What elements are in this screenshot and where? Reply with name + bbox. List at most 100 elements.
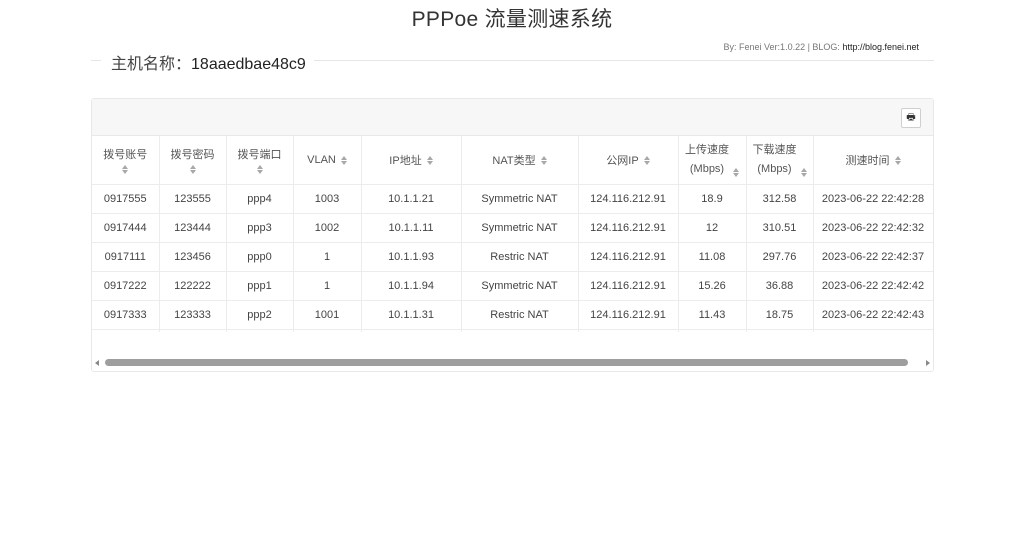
sort-icon[interactable]: [122, 165, 129, 174]
table-cell: 10.1.1.31: [361, 300, 462, 330]
scroll-left-arrow-icon[interactable]: [95, 360, 99, 366]
column-header-label: 拨号账号: [103, 149, 148, 161]
table-cell: 2023-06-22 22:42:28: [813, 184, 933, 214]
table-cell: 1002: [293, 213, 362, 243]
table-scroll-area[interactable]: 拨号账号 拨号密码 拨号端口 VLAN IP地址 NAT类型 公网IP 上传速度 (Mbps) 下…: [92, 136, 933, 332]
host-label: 主机名称：: [111, 56, 192, 73]
scroll-right-arrow-icon[interactable]: [926, 360, 930, 366]
total-cell: [293, 329, 362, 332]
print-button[interactable]: 🖶: [901, 108, 921, 128]
column-header-label: IP地址: [389, 155, 422, 167]
column-header-label: 上传速度: [685, 144, 729, 156]
column-header-unit: (Mbps): [689, 163, 725, 175]
credits-text: By: Fenei Ver:1.0.22 | BLOG:: [723, 42, 843, 52]
column-header-unit: (Mbps): [757, 163, 792, 175]
total-cell: 976.48: [746, 329, 814, 332]
table-cell: 0917444: [92, 213, 160, 243]
table-cell: 124.116.212.91: [578, 271, 679, 301]
table-cell: 123333: [159, 300, 227, 330]
table-cell: 18.9: [678, 184, 747, 214]
column-header[interactable]: 拨号密码: [159, 136, 227, 185]
table-row[interactable]: 0917222 122222 ppp1 1 10.1.1.94 Symmetric NAT…: [92, 271, 933, 301]
table-cell: 312.58: [746, 184, 814, 214]
column-header[interactable]: IP地址: [361, 136, 462, 185]
table-cell: 0917555: [92, 184, 160, 214]
column-header-label: 拨号密码: [170, 149, 215, 161]
table-cell: 12: [678, 213, 747, 243]
table-cell: ppp0: [226, 242, 294, 272]
table-cell: Symmetric NAT: [461, 213, 579, 243]
table-panel: 🖶 拨号账号 拨号密码 拨号端口 VLAN IP地址 NAT类型 公网IP 上传速度 (Mbps…: [91, 98, 934, 372]
total-cell: [578, 329, 679, 332]
table-cell: Symmetric NAT: [461, 184, 579, 214]
table-cell: 0917222: [92, 271, 160, 301]
column-header-label: 测速时间: [845, 155, 890, 167]
table-cell: 11.08: [678, 242, 747, 272]
sort-icon[interactable]: [643, 155, 650, 165]
sort-icon[interactable]: [733, 168, 739, 177]
table-cell: Symmetric NAT: [461, 271, 579, 301]
total-cell: [226, 329, 294, 332]
table-cell: 18.75: [746, 300, 814, 330]
table-row[interactable]: 0917111 123456 ppp0 1 10.1.1.93 Restric NAT 12…: [92, 242, 933, 272]
table-cell: 297.76: [746, 242, 814, 272]
host-value: 18aaedbae48c9: [191, 56, 306, 73]
table-header-row: 拨号账号 拨号密码 拨号端口 VLAN IP地址 NAT类型 公网IP 上传速度 (Mbps) 下…: [92, 136, 933, 185]
total-cell: 68.67: [678, 329, 747, 332]
table-cell: 2023-06-22 22:42:42: [813, 271, 933, 301]
sort-icon[interactable]: [540, 155, 547, 165]
table-cell: 10.1.1.11: [361, 213, 462, 243]
column-header-label: VLAN: [307, 154, 336, 166]
table-cell: ppp2: [226, 300, 294, 330]
table-cell: 122222: [159, 271, 227, 301]
column-header[interactable]: 测速时间: [813, 136, 933, 185]
table-cell: 0917111: [92, 242, 160, 272]
blog-link[interactable]: http://blog.fenei.net: [842, 42, 919, 52]
sort-icon[interactable]: [800, 168, 807, 177]
sort-icon[interactable]: [189, 165, 196, 174]
column-header[interactable]: 上传速度 (Mbps): [678, 136, 747, 185]
total-cell: [813, 329, 933, 332]
table-cell: 123444: [159, 213, 227, 243]
column-header[interactable]: VLAN: [293, 136, 362, 185]
horizontal-scrollbar[interactable]: [92, 358, 933, 368]
total-cell: [159, 329, 227, 332]
sort-icon[interactable]: [256, 165, 263, 174]
table-cell: 10.1.1.21: [361, 184, 462, 214]
table-row[interactable]: 0917444 123444 ppp3 1002 10.1.1.11 Symmetric …: [92, 213, 933, 243]
table-cell: 2023-06-22 22:42:32: [813, 213, 933, 243]
column-header[interactable]: 拨号端口: [226, 136, 294, 185]
table-row[interactable]: 0917333 123333 ppp2 1001 10.1.1.31 Restric NA…: [92, 300, 933, 330]
column-header-label: NAT类型: [492, 155, 536, 167]
scroll-thumb[interactable]: [105, 359, 908, 366]
table-cell: 1003: [293, 184, 362, 214]
table-cell: 36.88: [746, 271, 814, 301]
column-header[interactable]: 拨号账号: [92, 136, 160, 185]
table-cell: Restric NAT: [461, 242, 579, 272]
sort-icon[interactable]: [340, 155, 347, 165]
table-cell: ppp4: [226, 184, 294, 214]
table-cell: Restric NAT: [461, 300, 579, 330]
table-cell: 1: [293, 271, 362, 301]
sort-icon[interactable]: [894, 155, 901, 165]
column-header-label: 公网IP: [606, 155, 639, 167]
table-cell: 10.1.1.93: [361, 242, 462, 272]
column-header[interactable]: NAT类型: [461, 136, 579, 185]
column-header-label: 下载速度: [752, 144, 797, 156]
table-cell: ppp3: [226, 213, 294, 243]
table-cell: 310.51: [746, 213, 814, 243]
table-cell: ppp1: [226, 271, 294, 301]
table-cell: 10.1.1.94: [361, 271, 462, 301]
table-toolbar: 🖶: [92, 99, 933, 136]
table-row[interactable]: 0917555 123555 ppp4 1003 10.1.1.21 Symmetric …: [92, 184, 933, 214]
column-header[interactable]: 公网IP: [578, 136, 679, 185]
sort-icon[interactable]: [426, 155, 433, 165]
table-cell: 11.43: [678, 300, 747, 330]
host-legend: 主机名称：18aaedbae48c9: [101, 50, 314, 74]
table-body: 0917555 123555 ppp4 1003 10.1.1.21 Symmetric …: [92, 184, 933, 330]
table-cell: 0917333: [92, 300, 160, 330]
table-cell: 124.116.212.91: [578, 300, 679, 330]
table-cell: 124.116.212.91: [578, 242, 679, 272]
column-header[interactable]: 下载速度 (Mbps): [746, 136, 814, 185]
table-cell: 2023-06-22 22:42:43: [813, 300, 933, 330]
